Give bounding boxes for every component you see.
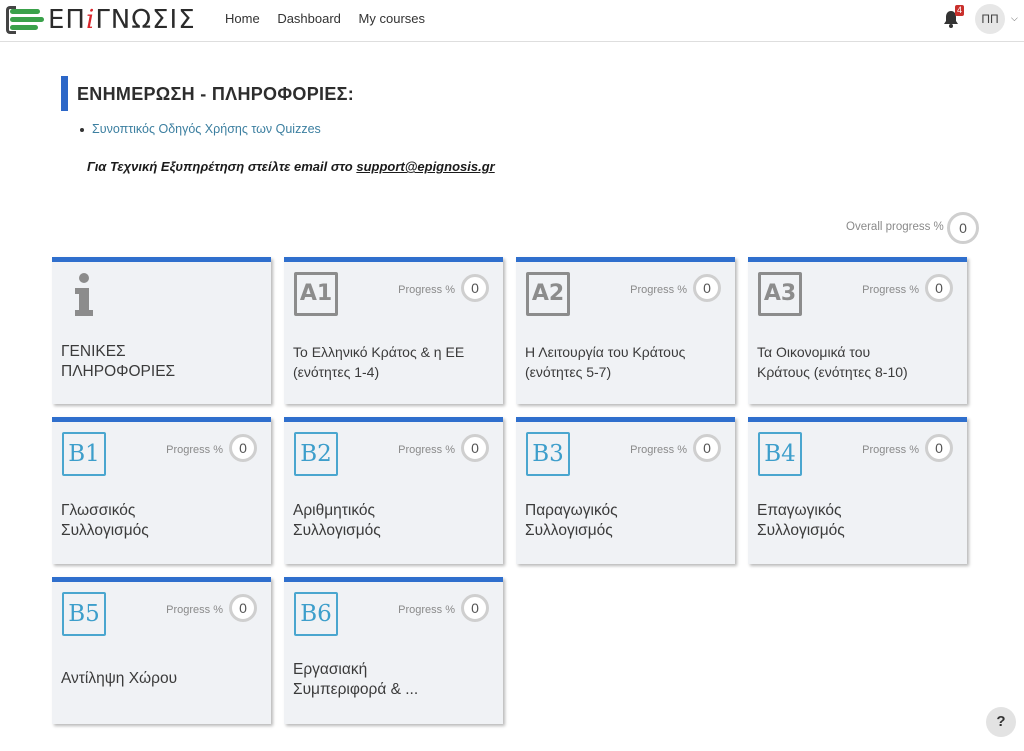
- progress-label: Progress %: [630, 444, 687, 456]
- B4-icon: B4: [758, 432, 802, 476]
- course-card-b3[interactable]: B3 Progress % 0 Παραγωγικός Συλλογισμός: [516, 417, 735, 564]
- B5-icon: B5: [62, 592, 106, 636]
- progress-label: Progress %: [862, 284, 919, 296]
- progress-ring: 0: [693, 434, 721, 462]
- course-title: Το Ελληνικό Κράτος & η ΕΕ (ενότητες 1-4): [293, 344, 465, 380]
- chevron-down-icon[interactable]: ⌵: [1011, 13, 1018, 24]
- logo-icon: [6, 6, 46, 34]
- course-title: Αριθμητικός Συλλογισμός: [293, 502, 381, 539]
- progress-label: Progress %: [862, 444, 919, 456]
- progress-ring: 0: [229, 434, 257, 462]
- course-card-b6[interactable]: B6 Progress % 0 Εργασιακή Συμπεριφορά & .…: [284, 577, 503, 724]
- progress-label: Progress %: [630, 284, 687, 296]
- A3-icon: A3: [758, 272, 802, 316]
- quiz-guide-link[interactable]: Συνοπτικός Οδηγός Χρήσης των Quizzes: [92, 122, 321, 136]
- progress-label: Progress %: [166, 444, 223, 456]
- help-button[interactable]: ?: [986, 707, 1016, 737]
- primary-nav: Home Dashboard My courses: [225, 11, 439, 26]
- progress-ring: 0: [461, 594, 489, 622]
- course-card-general-info[interactable]: ΓΕΝΙΚΕΣ ΠΛΗΡΟΦΟΡΙΕΣ: [52, 257, 271, 404]
- user-avatar[interactable]: ΠΠ: [975, 4, 1005, 34]
- course-title: Τα Οικονομικά του Κράτους (ενότητες 8-10): [757, 344, 908, 380]
- course-card-b2[interactable]: B2 Progress % 0 Αριθμητικός Συλλογισμός: [284, 417, 503, 564]
- A1-icon: A1: [294, 272, 338, 316]
- support-note: Για Τεχνική Εξυπηρέτηση στείλτε email στ…: [87, 159, 495, 174]
- progress-ring: 0: [925, 434, 953, 462]
- site-logo[interactable]: ΕΠiΓΝΩΣΙΣ: [6, 3, 196, 37]
- B3-icon: B3: [526, 432, 570, 476]
- B6-icon: B6: [294, 592, 338, 636]
- bullet-icon: [80, 127, 84, 132]
- course-card-b5[interactable]: B5 Progress % 0 Αντίληψη Χώρου: [52, 577, 271, 724]
- B1-icon: B1: [62, 432, 106, 476]
- support-email-link[interactable]: support@epignosis.gr: [356, 159, 494, 174]
- logo-text: ΕΠiΓΝΩΣΙΣ: [48, 5, 196, 35]
- nav-my-courses-link[interactable]: My courses: [359, 11, 425, 26]
- overall-progress-ring: 0: [947, 212, 979, 244]
- info-link-list: Συνοπτικός Οδηγός Χρήσης των Quizzes: [80, 122, 321, 136]
- section-title: ΕΝΗΜΕΡΩΣΗ - ΠΛΗΡΟΦΟΡΙΕΣ:: [77, 84, 355, 104]
- course-title: Εργασιακή Συμπεριφορά & ...: [293, 661, 419, 698]
- progress-ring: 0: [925, 274, 953, 302]
- section-accent-bar: [61, 76, 68, 111]
- nav-dashboard-link[interactable]: Dashboard: [277, 11, 341, 26]
- course-title: ΓΕΝΙΚΕΣ ΠΛΗΡΟΦΟΡΙΕΣ: [61, 343, 176, 380]
- course-card-a3[interactable]: A3 Progress % 0 Τα Οικονομικά του Κράτους…: [748, 257, 967, 404]
- progress-label: Progress %: [398, 284, 455, 296]
- course-title: Επαγωγικός Συλλογισμός: [757, 502, 845, 539]
- progress-ring: 0: [229, 594, 257, 622]
- progress-ring: 0: [461, 274, 489, 302]
- course-card-a1[interactable]: A1 Progress % 0 Το Ελληνικό Κράτος & η Ε…: [284, 257, 503, 404]
- progress-label: Progress %: [166, 604, 223, 616]
- progress-ring: 0: [461, 434, 489, 462]
- progress-label: Progress %: [398, 604, 455, 616]
- top-navbar: ΕΠiΓΝΩΣΙΣ Home Dashboard My courses 4 ΠΠ…: [0, 0, 1024, 42]
- notification-badge: 4: [955, 5, 965, 16]
- info-icon: [75, 273, 93, 316]
- course-card-b4[interactable]: B4 Progress % 0 Επαγωγικός Συλλογισμός: [748, 417, 967, 564]
- course-title: Γλωσσικός Συλλογισμός: [61, 502, 149, 539]
- B2-icon: B2: [294, 432, 338, 476]
- progress-label: Progress %: [398, 444, 455, 456]
- course-title: Η Λειτουργία του Κράτους (ενότητες 5-7): [525, 344, 686, 380]
- A2-icon: A2: [526, 272, 570, 316]
- course-title: Παραγωγικός Συλλογισμός: [525, 502, 618, 539]
- course-card-a2[interactable]: A2 Progress % 0 Η Λειτουργία του Κράτους…: [516, 257, 735, 404]
- nav-home-link[interactable]: Home: [225, 11, 260, 26]
- overall-progress-label: Overall progress %: [846, 221, 944, 233]
- course-card-b1[interactable]: B1 Progress % 0 Γλωσσικός Συλλογισμός: [52, 417, 271, 564]
- course-title: Αντίληψη Χώρου: [61, 670, 178, 687]
- progress-ring: 0: [693, 274, 721, 302]
